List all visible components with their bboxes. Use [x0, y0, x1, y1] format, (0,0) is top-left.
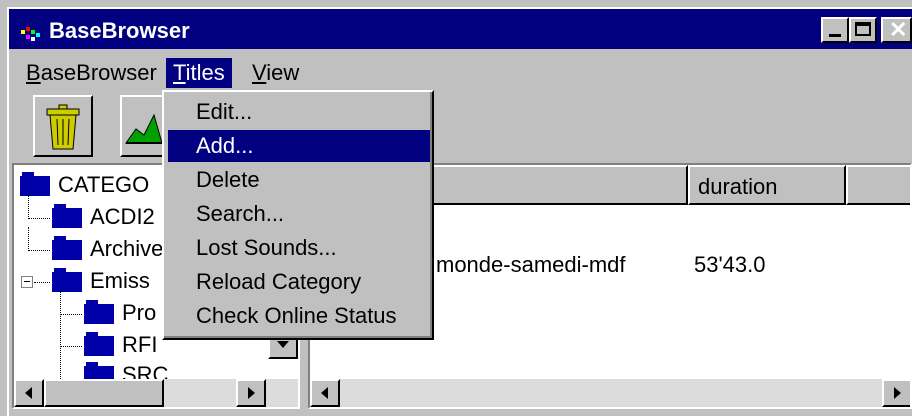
scroll-left-button[interactable] — [14, 379, 44, 407]
tree-line — [28, 250, 50, 251]
menu-item-reload-category[interactable]: Reload Category — [168, 266, 430, 298]
menu-item-search[interactable]: Search... — [168, 198, 430, 230]
scroll-thumb[interactable] — [44, 379, 164, 407]
menu-mnemonic: V — [252, 60, 267, 85]
scroll-right-button[interactable] — [882, 379, 910, 407]
tree-line — [28, 227, 30, 251]
menu-item-label: Reload Category — [196, 269, 362, 294]
tree-item-label: RFI — [122, 332, 158, 357]
menu-titles[interactable]: Titles — [166, 58, 232, 88]
window-title: BaseBrowser — [49, 18, 190, 43]
minimize-icon — [829, 34, 841, 37]
chart-button[interactable] — [120, 95, 164, 157]
folder-open-icon — [52, 268, 82, 292]
folder-icon — [84, 300, 114, 324]
trash-icon — [46, 104, 80, 150]
folder-icon — [52, 204, 82, 228]
chart-icon — [125, 113, 163, 144]
column-header-extra[interactable] — [846, 165, 910, 205]
column-header-duration[interactable]: duration — [688, 165, 846, 205]
column-header-label: duration — [698, 174, 778, 199]
scroll-left-button[interactable] — [310, 379, 340, 407]
menu-label: iew — [266, 60, 300, 85]
tree-line — [28, 218, 50, 219]
folder-open-icon — [20, 172, 50, 196]
arrow-right-icon — [894, 387, 901, 399]
row-duration: 53'43.0 — [694, 252, 766, 277]
tree-line — [34, 282, 50, 283]
maximize-button[interactable] — [849, 17, 877, 43]
tree-item-label: Archive — [90, 236, 164, 261]
tree-line — [60, 346, 82, 347]
app-icon — [21, 27, 40, 41]
menu-item-lost-sounds[interactable]: Lost Sounds... — [168, 232, 430, 264]
tree-line — [60, 314, 82, 315]
minimize-button[interactable] — [821, 17, 849, 43]
maximize-icon — [855, 22, 871, 36]
menu-mnemonic: B — [26, 60, 41, 85]
scroll-right-button[interactable] — [236, 379, 266, 407]
menu-label: aseBrowser — [40, 60, 157, 85]
arrow-right-icon — [248, 387, 255, 399]
title-bar[interactable]: BaseBrowser ✕ — [9, 9, 912, 49]
arrow-left-icon — [321, 387, 328, 399]
menu-item-label: Check Online Status — [196, 303, 397, 328]
menu-item-label: Edit... — [196, 99, 253, 124]
folder-icon — [52, 236, 82, 260]
close-button[interactable]: ✕ — [881, 17, 912, 43]
titles-dropdown-menu: Edit... Add... Delete Search... Lost Sou… — [162, 90, 434, 340]
tree-line — [28, 195, 30, 219]
collapse-icon[interactable] — [21, 276, 33, 288]
row-title: monde-samedi-mdf — [436, 252, 626, 277]
list-horizontal-scrollbar[interactable] — [310, 379, 910, 407]
menu-item-add[interactable]: Add... — [168, 130, 430, 162]
menu-label: itles — [185, 60, 225, 85]
menu-item-label: Search... — [196, 201, 285, 226]
folder-icon — [84, 332, 114, 356]
menu-basebrowser[interactable]: BaseBrowser — [19, 58, 164, 88]
menu-item-label: Delete — [196, 167, 260, 192]
menu-view[interactable]: View — [245, 58, 306, 88]
tree-item-label: CATEGO — [58, 172, 150, 197]
tree-item-label: ACDI2 — [90, 204, 155, 229]
menu-bar: BaseBrowser Titles View — [9, 52, 912, 92]
menu-item-check-online-status[interactable]: Check Online Status — [168, 300, 430, 332]
close-icon: ✕ — [889, 17, 908, 42]
menu-mnemonic: T — [173, 60, 186, 85]
tree-item-label: Emiss — [90, 268, 150, 293]
arrow-left-icon — [25, 387, 32, 399]
menu-item-label: Lost Sounds... — [196, 235, 337, 260]
tree-line — [60, 291, 62, 381]
menu-item-delete[interactable]: Delete — [168, 164, 430, 196]
menu-item-edit[interactable]: Edit... — [168, 96, 430, 128]
trash-button[interactable] — [33, 95, 93, 157]
tree-item-label: Pro — [122, 300, 157, 325]
menu-item-label: Add... — [196, 133, 254, 158]
horizontal-scrollbar[interactable] — [14, 379, 298, 407]
